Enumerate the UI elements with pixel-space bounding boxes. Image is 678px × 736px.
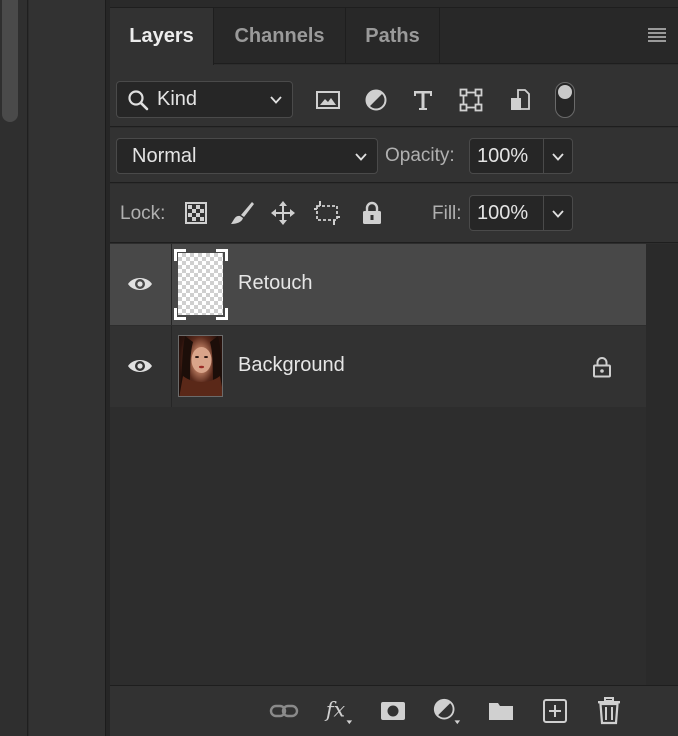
layer-thumbnail-transparent [178,253,223,315]
search-icon [128,90,149,111]
chevron-down-icon [552,153,564,161]
panel-top-edge [110,0,678,8]
selection-corner-top-right [216,249,228,261]
opacity-label: Opacity: [385,145,455,166]
chevron-down-icon [355,153,367,161]
delete-trash-icon[interactable] [594,696,624,726]
panel-footer: fx [110,685,678,736]
visibility-eye-icon[interactable] [126,356,154,376]
new-layer-icon[interactable] [540,696,570,726]
lock-pixels-brush-icon[interactable] [228,199,256,227]
lock-row: Lock: Fill: 100% [110,184,678,243]
left-dock-strip [0,0,28,736]
fill-field[interactable]: 100% [469,195,573,231]
left-scrollbar[interactable] [2,0,18,122]
layer-name[interactable]: Background [238,354,345,377]
lock-position-move-icon[interactable] [269,199,297,227]
fill-label: Fill: [432,203,462,224]
selection-corner-top-left [174,249,186,261]
chevron-down-icon [270,96,282,104]
lock-label: Lock: [120,203,166,224]
adjustment-filter-icon[interactable] [362,86,390,114]
lock-all-icon[interactable] [358,199,386,227]
tab-paths-label: Paths [365,24,420,47]
layers-panel: Layers Channels Paths Kind Normal Opacit… [110,0,678,736]
add-mask-icon[interactable] [378,696,408,726]
opacity-value: 100% [477,144,529,167]
fx-icon[interactable]: fx [324,696,354,726]
svg-text:fx: fx [324,698,346,722]
blend-row: Normal Opacity: 100% [110,128,678,183]
link-layers-icon[interactable] [269,696,299,726]
layer-row-background[interactable]: Background [110,326,646,407]
layers-empty-area [110,408,646,685]
tools-dock-strip [29,0,106,736]
layers-scrollbar[interactable] [646,244,678,685]
visibility-eye-icon[interactable] [126,274,154,294]
tab-paths[interactable]: Paths [346,8,440,64]
selection-corner-bottom-left [174,308,186,320]
shape-filter-icon[interactable] [457,86,485,114]
tab-channels-label: Channels [234,24,325,47]
lock-artboard-icon[interactable] [313,199,341,227]
filter-kind-label: Kind [157,88,198,110]
blend-mode-dropdown[interactable]: Normal [116,138,378,174]
blend-mode-value: Normal [132,144,197,167]
adjustment-layer-icon[interactable] [432,696,462,726]
panel-menu-icon[interactable] [648,28,666,42]
smart-object-filter-icon[interactable] [506,86,534,114]
chevron-down-icon [552,210,564,218]
opacity-field[interactable]: 100% [469,138,573,174]
layer-name[interactable]: Retouch [238,272,313,295]
new-group-folder-icon[interactable] [486,696,516,726]
type-filter-icon[interactable] [409,86,437,114]
filter-kind-dropdown[interactable]: Kind [116,81,293,118]
image-filter-icon[interactable] [314,86,342,114]
tab-channels[interactable]: Channels [214,8,346,64]
layer-lock-icon[interactable] [592,356,612,378]
filter-row: Kind [110,65,678,127]
selection-corner-bottom-right [216,308,228,320]
fill-value: 100% [477,201,529,224]
panel-tab-bar: Layers Channels Paths [110,8,678,65]
tab-layers[interactable]: Layers [110,8,214,65]
tab-layers-label: Layers [129,25,194,47]
filter-toggle-switch[interactable] [555,82,575,118]
lock-transparency-icon[interactable] [182,199,210,227]
layer-thumbnail-photo [178,335,223,397]
layer-row-retouch[interactable]: Retouch [110,244,646,325]
